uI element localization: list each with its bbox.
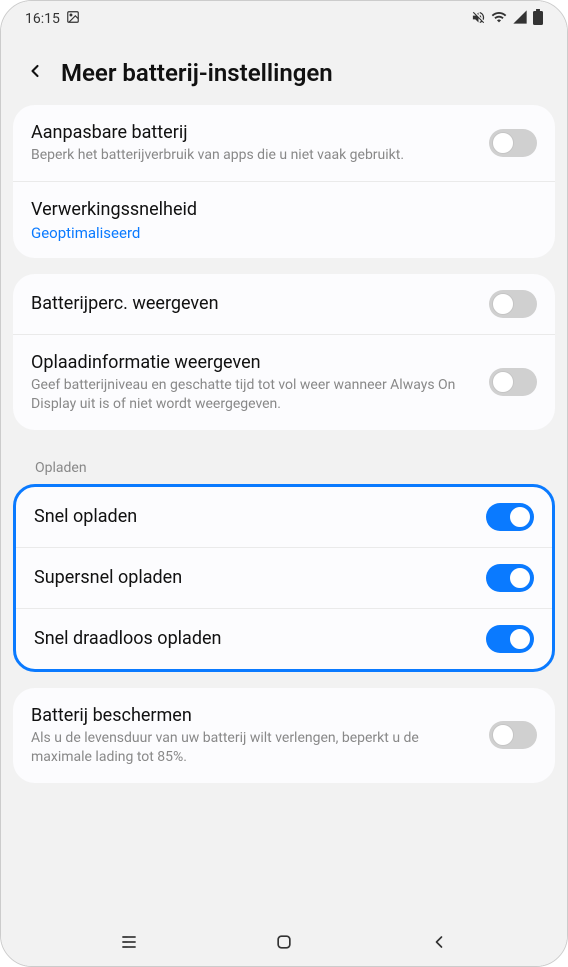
protect-battery-toggle[interactable] bbox=[489, 721, 537, 749]
wifi-icon bbox=[491, 9, 507, 29]
row-super-fast-charging[interactable]: Supersnel opladen bbox=[16, 547, 552, 608]
row-adaptive-battery[interactable]: Aanpasbare batterij Beperk het batterijv… bbox=[13, 105, 555, 181]
row-wireless-fast-charging[interactable]: Snel draadloos opladen bbox=[16, 608, 552, 669]
adaptive-battery-title: Aanpasbare batterij bbox=[31, 121, 477, 144]
battery-icon bbox=[533, 9, 543, 29]
status-time: 16:15 bbox=[25, 11, 60, 27]
back-button[interactable] bbox=[25, 59, 45, 87]
nav-back-button[interactable] bbox=[419, 922, 459, 962]
page-header: Meer batterij-instellingen bbox=[1, 37, 567, 105]
picture-icon bbox=[66, 10, 80, 28]
nav-home-button[interactable] bbox=[264, 922, 304, 962]
card-adaptive-processing: Aanpasbare batterij Beperk het batterijv… bbox=[13, 105, 555, 258]
row-charge-info[interactable]: Oplaadinformatie weergeven Geef batterij… bbox=[13, 334, 555, 430]
super-fast-charging-toggle[interactable] bbox=[486, 564, 534, 592]
mute-icon bbox=[471, 10, 486, 29]
battery-percentage-title: Batterijperc. weergeven bbox=[31, 292, 477, 315]
row-processing-speed[interactable]: Verwerkingssnelheid Geoptimaliseerd bbox=[13, 181, 555, 257]
charge-info-toggle[interactable] bbox=[489, 368, 537, 396]
nav-bar bbox=[1, 918, 567, 966]
wireless-fast-charging-toggle[interactable] bbox=[486, 625, 534, 653]
row-protect-battery[interactable]: Batterij beschermen Als u de levensduur … bbox=[13, 688, 555, 783]
card-display-options: Batterijperc. weergeven Oplaadinformatie… bbox=[13, 274, 555, 430]
battery-percentage-toggle[interactable] bbox=[489, 290, 537, 318]
fast-charging-title: Snel opladen bbox=[34, 505, 474, 528]
protect-battery-title: Batterij beschermen bbox=[31, 704, 477, 727]
signal-icon bbox=[512, 9, 528, 29]
row-battery-percentage[interactable]: Batterijperc. weergeven bbox=[13, 274, 555, 334]
super-fast-charging-title: Supersnel opladen bbox=[34, 566, 474, 589]
card-charging-options: Snel opladen Supersnel opladen Snel draa… bbox=[13, 484, 555, 672]
content-scroll[interactable]: Aanpasbare batterij Beperk het batterijv… bbox=[1, 105, 567, 918]
adaptive-battery-toggle[interactable] bbox=[489, 129, 537, 157]
processing-speed-title: Verwerkingssnelheid bbox=[31, 198, 525, 221]
processing-speed-value: Geoptimaliseerd bbox=[31, 224, 525, 242]
section-label-charging: Opladen bbox=[13, 446, 555, 484]
row-fast-charging[interactable]: Snel opladen bbox=[16, 487, 552, 547]
page-title: Meer batterij-instellingen bbox=[61, 59, 333, 87]
charge-info-subtitle: Geef batterijniveau en geschatte tijd to… bbox=[31, 376, 477, 414]
charge-info-title: Oplaadinformatie weergeven bbox=[31, 351, 477, 374]
protect-battery-subtitle: Als u de levensduur van uw batterij wilt… bbox=[31, 729, 477, 767]
fast-charging-toggle[interactable] bbox=[486, 503, 534, 531]
adaptive-battery-subtitle: Beperk het batterijverbruik van apps die… bbox=[31, 146, 477, 165]
nav-recents-button[interactable] bbox=[109, 922, 149, 962]
card-protect-battery: Batterij beschermen Als u de levensduur … bbox=[13, 688, 555, 783]
status-bar: 16:15 bbox=[1, 1, 567, 37]
wireless-fast-charging-title: Snel draadloos opladen bbox=[34, 627, 474, 650]
